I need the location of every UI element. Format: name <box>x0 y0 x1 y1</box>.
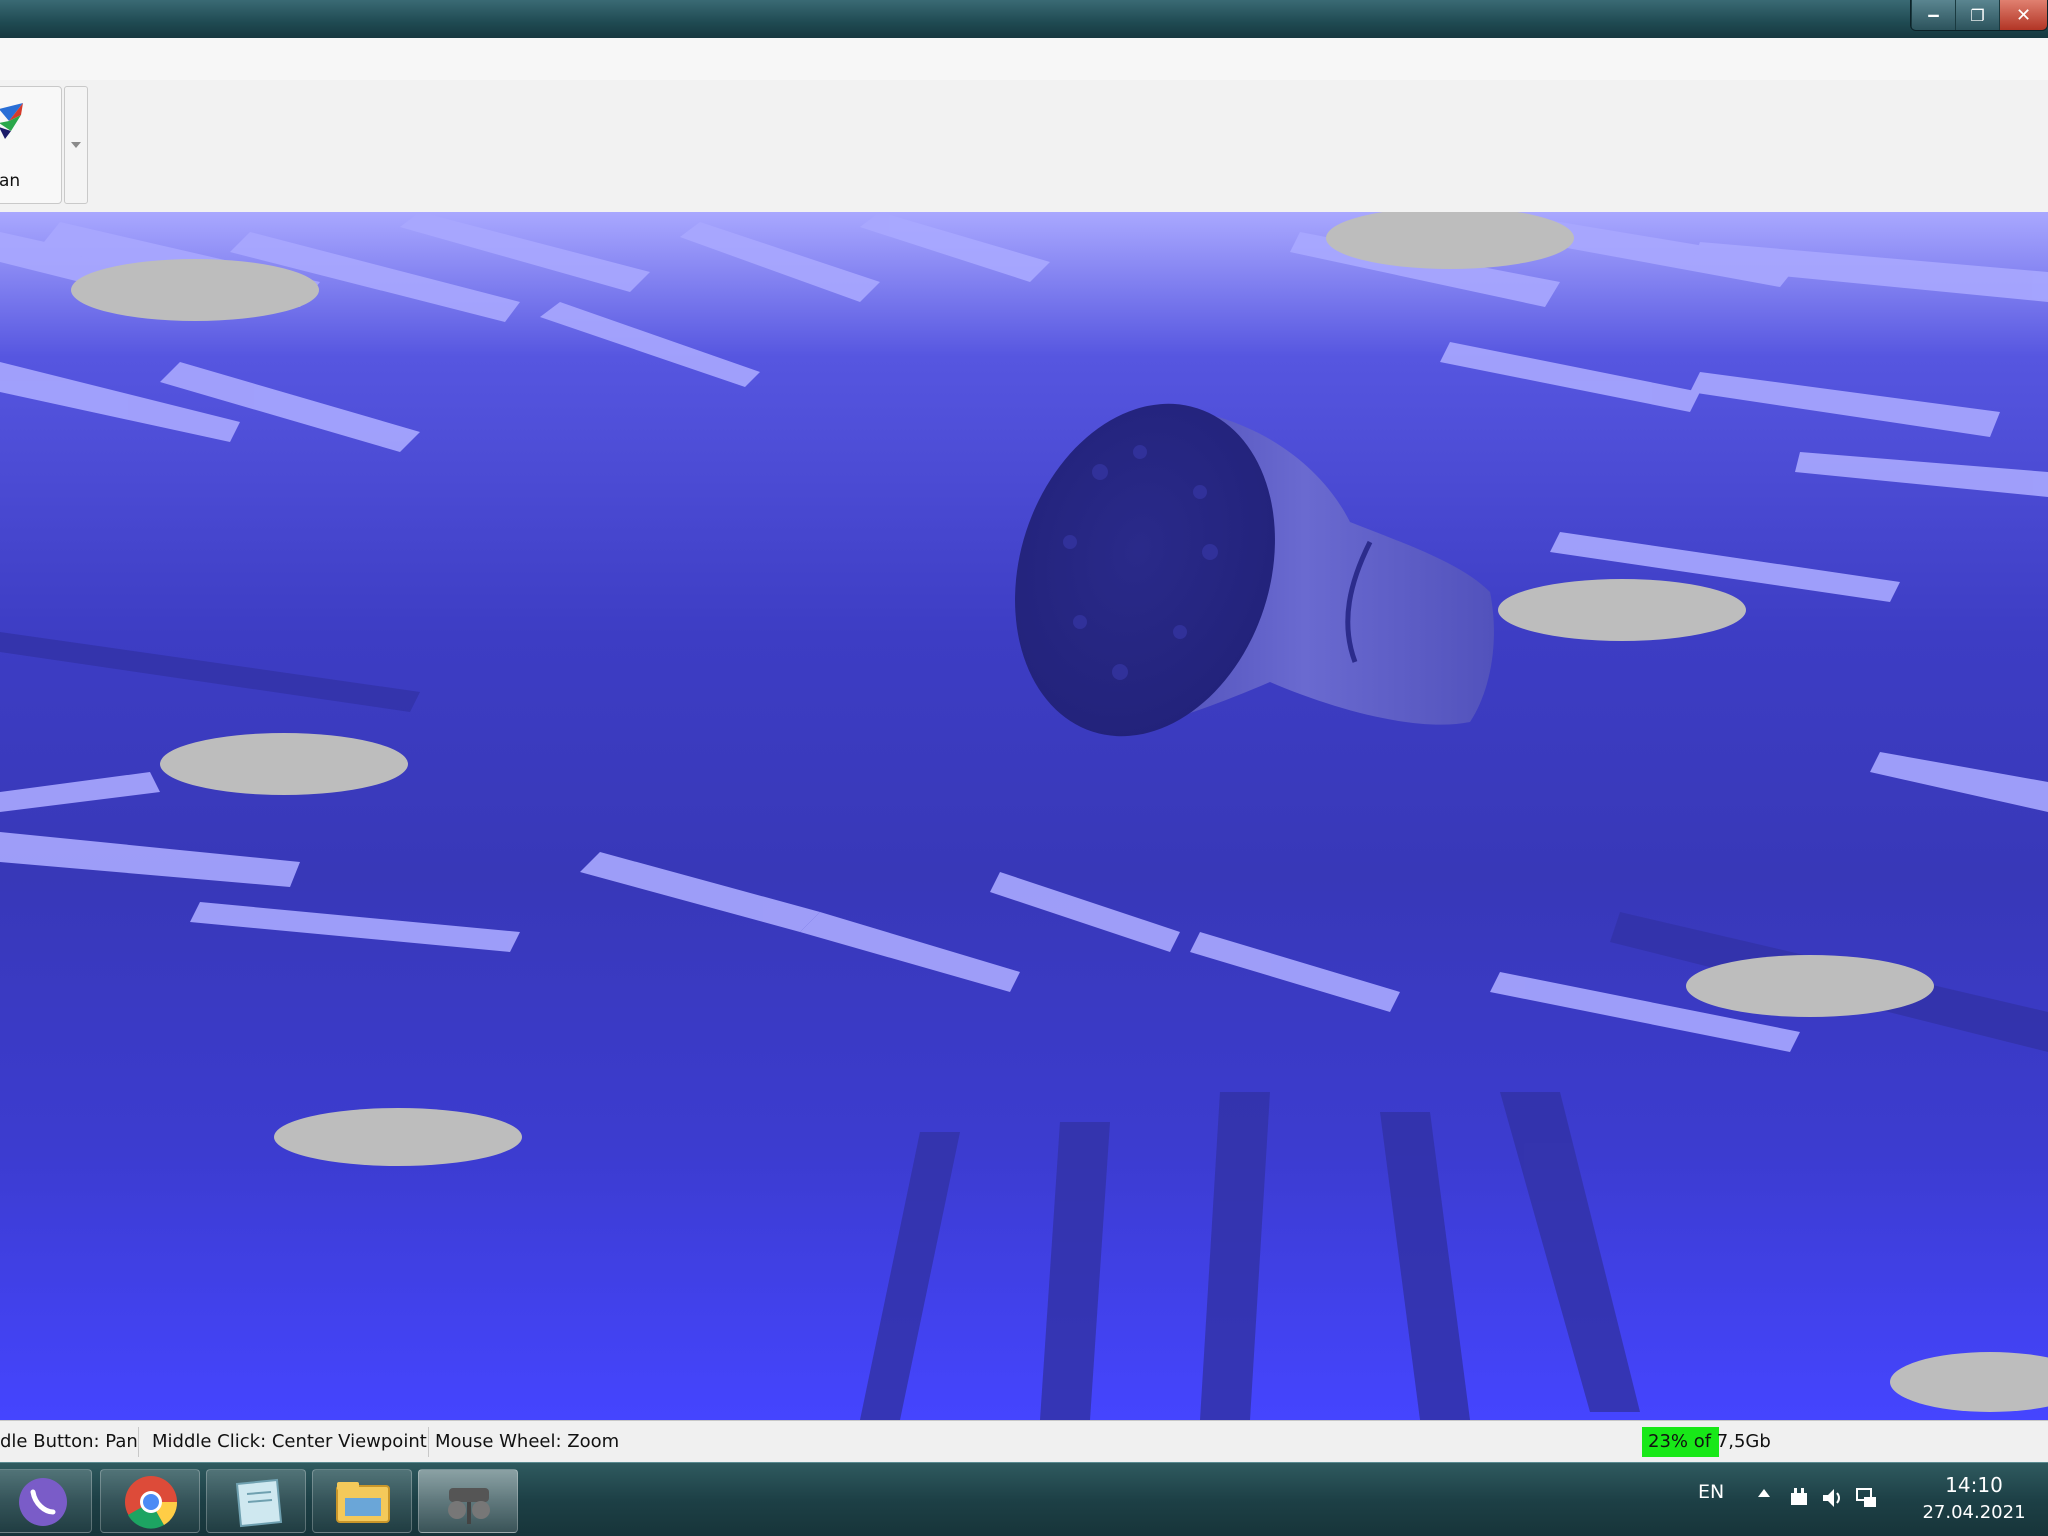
scan-button-label: an <box>0 171 21 191</box>
network-icon[interactable] <box>1854 1485 1880 1511</box>
status-hint-center: Middle Click: Center Viewpoint <box>152 1431 427 1452</box>
show-hidden-icons-icon[interactable] <box>1758 1489 1770 1497</box>
window-controls: ‒ ❐ ✕ <box>1910 0 2048 31</box>
volume-icon[interactable] <box>1820 1485 1846 1511</box>
viber-icon <box>19 1478 67 1526</box>
status-separator <box>138 1427 139 1457</box>
system-tray: EN 14:10 27.04.2021 <box>1668 1463 2048 1536</box>
minimize-icon: ‒ <box>1927 4 1940 26</box>
power-icon[interactable] <box>1786 1485 1812 1511</box>
screen: ‒ ❐ ✕ an dle Button: Pan Middle Click: C… <box>0 0 2048 1536</box>
memory-usage-bar: 23% of 7,5Gb <box>1642 1427 1912 1457</box>
menu-strip <box>0 38 2048 81</box>
clock[interactable]: 14:10 27.04.2021 <box>1914 1471 2034 1527</box>
ribbon-toolbar: an <box>0 80 2048 213</box>
status-hint-zoom: Mouse Wheel: Zoom <box>435 1431 620 1452</box>
scan-icon <box>0 103 23 139</box>
chrome-icon <box>125 1476 178 1529</box>
language-indicator[interactable]: EN <box>1698 1481 1724 1503</box>
notes-icon <box>235 1478 283 1528</box>
close-icon: ✕ <box>2015 4 2032 26</box>
minimize-button[interactable]: ‒ <box>1911 0 1955 30</box>
3d-viewport[interactable] <box>0 212 2048 1420</box>
taskbar-app-viber[interactable] <box>0 1469 92 1533</box>
window-titlebar[interactable]: ‒ ❐ ✕ <box>0 0 2048 38</box>
memory-usage-text: 23% of 7,5Gb <box>1648 1431 1771 1452</box>
scanned-object <box>1015 403 1494 737</box>
file-explorer-icon <box>336 1482 390 1523</box>
close-button[interactable]: ✕ <box>1999 0 2047 30</box>
taskbar: EN 14:10 27.04.2021 <box>0 1462 2048 1536</box>
status-hint-pan: dle Button: Pan <box>0 1431 138 1452</box>
point-cloud-render <box>0 212 2048 1420</box>
scan-dropdown-button[interactable] <box>64 86 88 204</box>
taskbar-app-chrome[interactable] <box>100 1469 200 1533</box>
restore-icon: ❐ <box>1970 5 1985 25</box>
taskbar-app-scanner[interactable] <box>418 1469 518 1533</box>
status-bar: dle Button: Pan Middle Click: Center Vie… <box>0 1420 2048 1463</box>
scanner-app-icon <box>448 1488 490 1524</box>
clock-time: 14:10 <box>1945 1473 2003 1497</box>
chevron-down-icon <box>71 142 81 148</box>
taskbar-app-file-explorer[interactable] <box>312 1469 412 1533</box>
scan-button[interactable]: an <box>0 86 62 204</box>
taskbar-app-notes[interactable] <box>206 1469 306 1533</box>
restore-button[interactable]: ❐ <box>1955 0 1999 30</box>
clock-date: 27.04.2021 <box>1922 1502 2026 1523</box>
